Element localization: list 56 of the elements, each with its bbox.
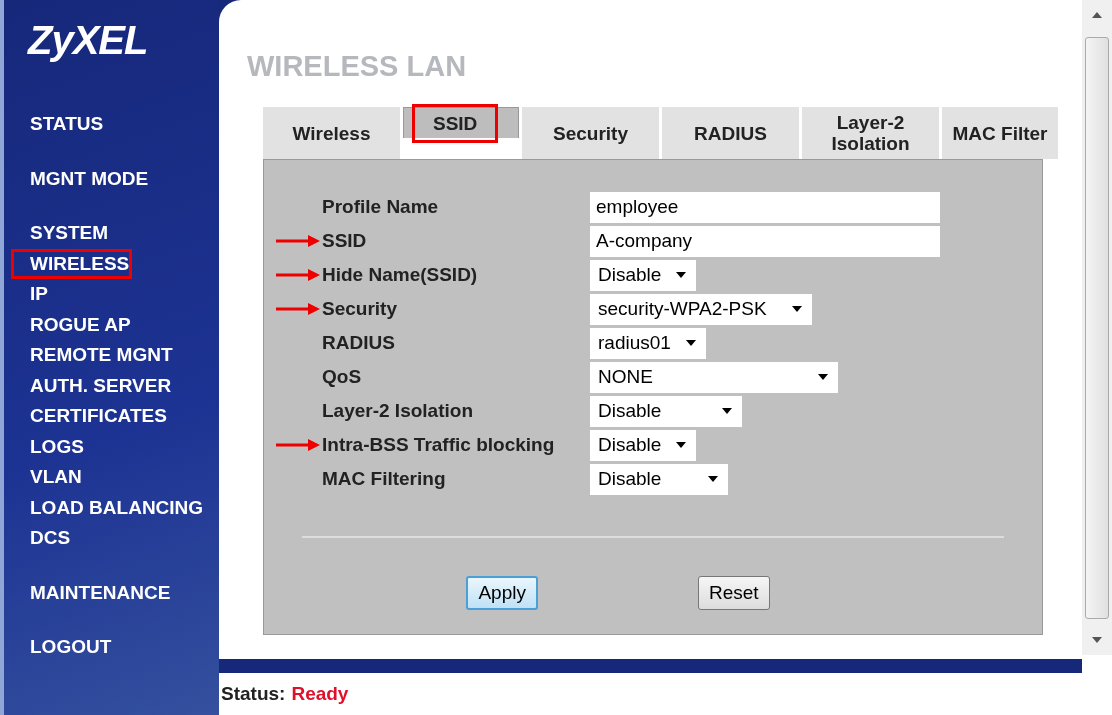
nav-link[interactable]: STATUS bbox=[11, 109, 107, 140]
scrollbar[interactable] bbox=[1082, 0, 1112, 655]
form-button[interactable]: Reset bbox=[697, 576, 770, 610]
field-label: Hide Name(SSID) bbox=[322, 264, 479, 286]
status-label: Status: bbox=[221, 683, 286, 705]
page-title: WIRELESS LAN bbox=[247, 50, 468, 83]
nav-link[interactable]: ROGUE AP bbox=[11, 309, 134, 340]
caret-icon bbox=[722, 408, 732, 414]
scroll-thumb[interactable] bbox=[1085, 36, 1109, 619]
field-label: QoS bbox=[322, 366, 363, 388]
form-button[interactable]: Apply bbox=[466, 576, 538, 610]
nav-link[interactable]: VLAN bbox=[11, 462, 85, 493]
nav-link[interactable]: AUTH. SERVER bbox=[11, 370, 175, 401]
caret-icon bbox=[792, 306, 802, 312]
field-label: RADIUS bbox=[322, 332, 396, 354]
scroll-up-icon[interactable] bbox=[1092, 12, 1102, 18]
dropdown[interactable]: Disable bbox=[590, 395, 742, 427]
scroll-down-icon[interactable] bbox=[1092, 637, 1102, 643]
logo: ZyXEL bbox=[28, 18, 149, 63]
status-value: Ready bbox=[291, 683, 349, 705]
nav-link[interactable]: LOAD BALANCING bbox=[11, 492, 207, 523]
field-label: Profile Name bbox=[322, 196, 440, 218]
tab[interactable]: Wireless bbox=[263, 107, 400, 159]
field-label: Intra-BSS Traffic blocking bbox=[322, 434, 556, 456]
dropdown[interactable]: NONE bbox=[590, 361, 838, 393]
nav-link[interactable]: SYSTEM bbox=[11, 218, 112, 249]
field-label: Layer-2 Isolation bbox=[322, 400, 474, 422]
dropdown[interactable]: Disable bbox=[590, 463, 728, 495]
caret-icon bbox=[676, 272, 686, 278]
tab[interactable]: RADIUS bbox=[662, 107, 799, 159]
nav-link[interactable]: MAINTENANCE bbox=[11, 577, 174, 608]
highlight-box: SSID bbox=[412, 103, 499, 143]
tab[interactable]: Layer-2 Isolation bbox=[802, 107, 939, 159]
dropdown[interactable]: Disable bbox=[590, 259, 696, 291]
dropdown[interactable]: security-WPA2-PSK bbox=[590, 293, 812, 325]
nav-link[interactable]: IP bbox=[11, 279, 51, 310]
dropdown[interactable]: radius01 bbox=[590, 327, 706, 359]
tab[interactable]: Security bbox=[522, 107, 659, 159]
nav-link[interactable]: WIRELESS bbox=[11, 248, 133, 279]
text-field[interactable]: A-company bbox=[590, 225, 940, 257]
field-label: Security bbox=[322, 298, 398, 320]
caret-icon bbox=[818, 374, 828, 380]
nav-link[interactable]: DCS bbox=[11, 523, 74, 554]
field-label: SSID bbox=[322, 230, 368, 252]
field-label: MAC Filtering bbox=[322, 468, 447, 490]
caret-icon bbox=[708, 476, 718, 482]
nav-link[interactable]: LOGOUT bbox=[11, 632, 115, 663]
caret-icon bbox=[686, 340, 696, 346]
nav-link[interactable]: REMOTE MGNT bbox=[11, 340, 176, 371]
text-field[interactable]: employee bbox=[590, 191, 940, 223]
tab[interactable]: MAC Filter bbox=[942, 107, 1058, 159]
dropdown[interactable]: Disable bbox=[590, 429, 696, 461]
nav-link[interactable]: CERTIFICATES bbox=[11, 401, 170, 432]
caret-icon bbox=[676, 442, 686, 448]
nav-link[interactable]: LOGS bbox=[11, 431, 87, 462]
nav-link[interactable]: MGNT MODE bbox=[11, 163, 152, 194]
